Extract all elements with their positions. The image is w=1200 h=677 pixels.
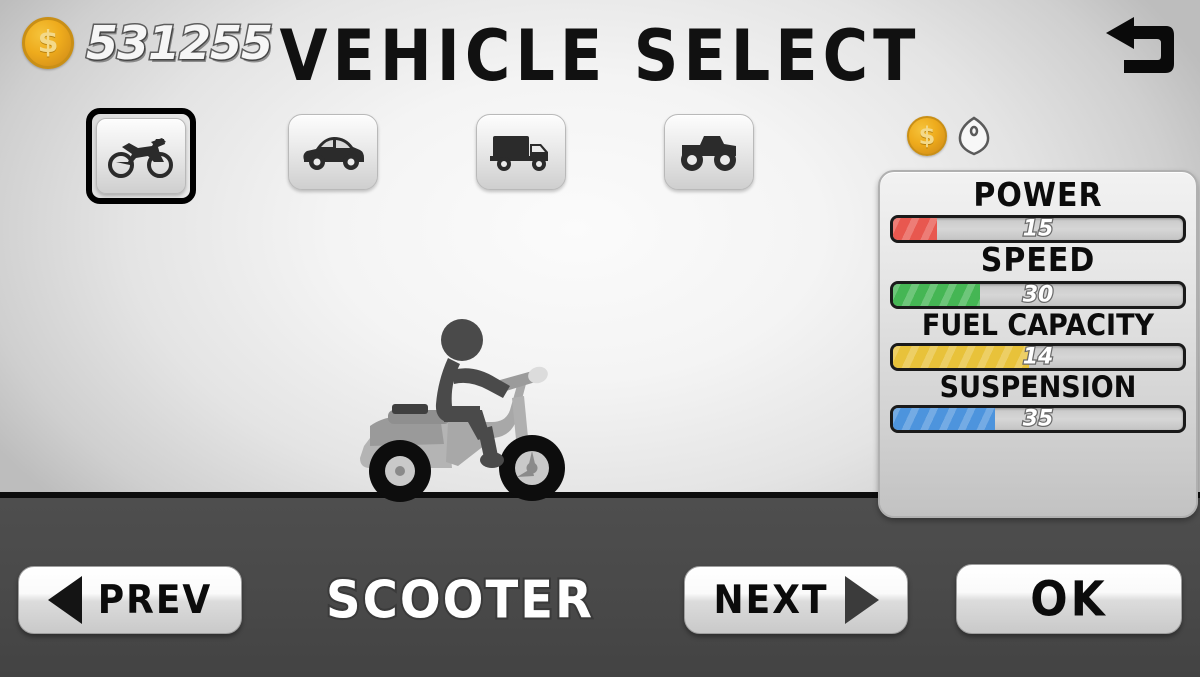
game-screen: $ 531255 VEHICLE SELECT $ POWER 15 SPEED… (0, 0, 1200, 677)
stat-bar-track: 14 (890, 342, 1186, 371)
stat-value: 30 (1021, 282, 1054, 308)
stat-bar-track: 35 (890, 405, 1186, 434)
scooter-with-stickman-rider (360, 319, 565, 502)
back-button[interactable] (1104, 16, 1174, 82)
panel-currency: $ (907, 116, 991, 156)
stat-power: POWER 15 (890, 176, 1186, 244)
vehicle-name: SCOOTER (324, 568, 594, 633)
stat-bar-track: 30 (890, 280, 1186, 309)
prev-button[interactable]: PREV (18, 566, 242, 634)
stat-value: 14 (1021, 344, 1054, 370)
prev-label: PREV (97, 577, 213, 623)
vehicle-tabs (86, 108, 760, 204)
stat-value: 35 (1021, 406, 1054, 432)
next-label: NEXT (713, 577, 829, 623)
coin-icon: $ (907, 116, 947, 156)
vehicle-tab-monster-truck[interactable] (658, 108, 760, 204)
vehicle-tab-motorcycle[interactable] (86, 108, 196, 204)
truck-icon (490, 136, 548, 171)
vehicle-tab-truck[interactable] (470, 108, 572, 204)
stat-value: 15 (1021, 216, 1054, 242)
stat-label: FUEL CAPACITY (921, 308, 1155, 343)
monster-truck-icon (681, 136, 736, 171)
stats-panel: POWER 15 SPEED 30 FUEL CAPACITY 14 SUSPE… (878, 170, 1198, 518)
stat-speed: SPEED 30 (890, 241, 1186, 309)
triangle-left-icon (47, 576, 82, 624)
gem-icon (957, 116, 991, 156)
coin-glyph: $ (918, 122, 936, 150)
stat-fuel-capacity: FUEL CAPACITY 14 (890, 308, 1186, 371)
ok-label: OK (1030, 570, 1108, 628)
vehicle-tab-car[interactable] (282, 108, 384, 204)
stat-bar-track: 15 (890, 215, 1186, 244)
vehicle-preview (340, 318, 610, 508)
page-title: VEHICLE SELECT (279, 14, 921, 98)
stat-label: POWER (973, 176, 1103, 215)
car-icon (303, 137, 364, 170)
back-arrow-icon (1106, 17, 1174, 73)
triangle-right-icon (844, 576, 879, 624)
stat-label: SUSPENSION (939, 370, 1137, 405)
next-button[interactable]: NEXT (684, 566, 908, 634)
stat-suspension: SUSPENSION 35 (890, 370, 1186, 434)
motorcycle-icon (108, 138, 173, 178)
stat-label: SPEED (980, 241, 1096, 281)
ok-button[interactable]: OK (956, 564, 1182, 634)
